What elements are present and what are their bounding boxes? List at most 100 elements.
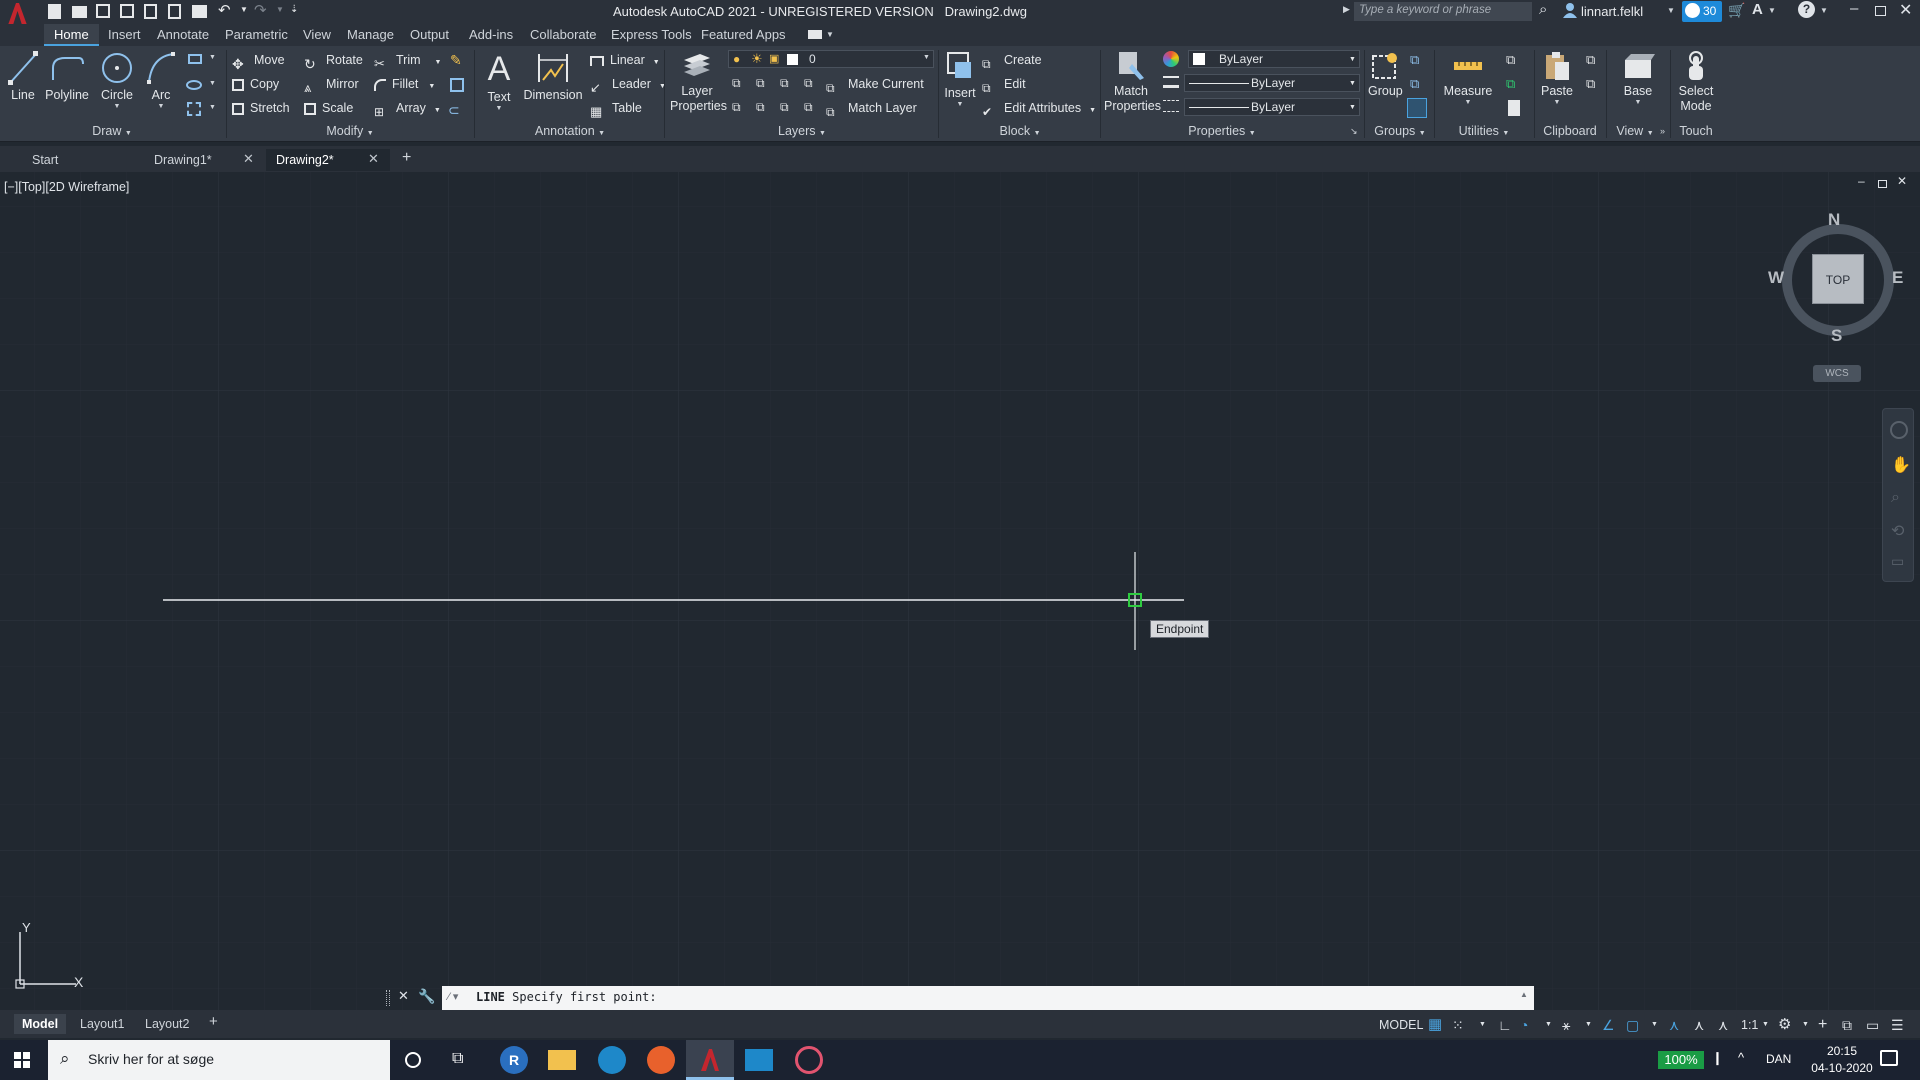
tab-layout2[interactable]: Layout2	[137, 1014, 197, 1034]
utilities-panel-title[interactable]: Utilities ▼	[1436, 123, 1532, 139]
plus-icon[interactable]: +	[1818, 1014, 1827, 1036]
edge-icon[interactable]	[598, 1046, 626, 1074]
chevron-down-icon[interactable]: ▼	[209, 104, 216, 111]
isolate-objects-icon[interactable]: ⧉	[1842, 1014, 1852, 1036]
viewcube-top-face[interactable]: TOP	[1812, 254, 1864, 304]
annotation-scale-icon[interactable]: ⋏	[1718, 1014, 1728, 1036]
viewport-controls-label[interactable]: [−][Top][2D Wireframe]	[4, 180, 129, 194]
chevron-down-icon[interactable]: ▼	[653, 59, 660, 66]
calculator-icon[interactable]	[1508, 100, 1520, 116]
copy-button[interactable]: Copy	[232, 74, 279, 94]
mirror-button[interactable]: ⩓ Mirror	[304, 74, 359, 95]
layer-freeze-icon[interactable]: ⧉	[780, 76, 789, 91]
pan-icon[interactable]: ✋	[1891, 455, 1911, 475]
ungroup-icon[interactable]: ⧉	[1410, 52, 1419, 68]
search-icon[interactable]: ⌕	[1539, 1, 1547, 18]
layer-unlock-icon[interactable]: ⧉	[804, 100, 813, 115]
modify-panel-title[interactable]: Modify ▼	[228, 123, 472, 139]
annotation-panel-title[interactable]: Annotation ▼	[476, 123, 664, 139]
insert-button[interactable]: Insert ▼	[944, 50, 976, 109]
table-button[interactable]: ▦ Table	[590, 98, 642, 119]
match-properties-button[interactable]: Match Properties	[1104, 50, 1161, 114]
tab-view[interactable]: View	[303, 27, 331, 46]
chevron-down-icon[interactable]: ▼	[1820, 6, 1828, 15]
customize-menu-icon[interactable]: ☰	[1891, 1014, 1904, 1036]
polyline-button[interactable]: Polyline	[44, 50, 90, 103]
compass-west[interactable]: W	[1768, 268, 1784, 288]
layer-on-icon[interactable]: ⧉	[732, 100, 741, 115]
new-tab-icon[interactable]: +	[402, 149, 411, 167]
stretch-button[interactable]: Stretch	[232, 98, 290, 118]
minimize-icon[interactable]: –	[1850, 0, 1858, 17]
close-icon[interactable]: ✕	[398, 988, 409, 1004]
tab-output[interactable]: Output	[410, 27, 449, 46]
arc-button[interactable]: Arc ▼	[146, 50, 176, 111]
panel-expand-icon[interactable]: »	[1660, 126, 1665, 136]
color-wheel-icon[interactable]	[1163, 51, 1179, 67]
tab-manage[interactable]: Manage	[347, 27, 394, 46]
chevron-down-icon[interactable]: ▼	[1089, 107, 1096, 114]
groups-panel-title[interactable]: Groups ▼	[1366, 123, 1434, 139]
chevron-up-icon[interactable]: ^	[1738, 1050, 1744, 1065]
array-button[interactable]: ⊞ Array ▼	[374, 98, 441, 119]
chevron-right-icon[interactable]: ▶	[1343, 4, 1350, 15]
panel-expand-icon[interactable]: ↘	[1350, 126, 1358, 137]
chevron-down-icon[interactable]: ▼	[1545, 1014, 1552, 1036]
auto-scale-icon[interactable]: ⋏	[1694, 1014, 1704, 1036]
line-button[interactable]: Line	[6, 50, 40, 103]
file-explorer-icon[interactable]	[548, 1050, 576, 1070]
tab-express-tools[interactable]: Express Tools	[611, 27, 692, 46]
drawing-area[interactable]: [−][Top][2D Wireframe] Endpoint – ✕ TOP …	[0, 172, 1920, 1010]
command-history-icon[interactable]: ⁄ ▾	[448, 990, 458, 1003]
tab-model[interactable]: Model	[14, 1014, 67, 1034]
dimension-button[interactable]: Dimension	[522, 50, 584, 103]
trial-badge[interactable]: 30	[1682, 1, 1722, 22]
match-layer-button[interactable]: ⧉ Match Layer	[826, 98, 917, 119]
steering-wheel-icon[interactable]	[1890, 421, 1908, 439]
snipping-tool-icon[interactable]	[795, 1046, 823, 1074]
object-snap-icon[interactable]: ▢	[1626, 1014, 1639, 1036]
ellipse-icon[interactable]	[186, 80, 202, 90]
layer-off-icon[interactable]: ⧉	[732, 76, 741, 91]
annotation-scale-value[interactable]: 1:1	[1741, 1014, 1758, 1036]
chevron-down-icon[interactable]: ▼	[1440, 99, 1496, 107]
tab-collaborate[interactable]: Collaborate	[530, 27, 597, 46]
a360-icon[interactable]: A	[1752, 1, 1763, 18]
autocad-taskbar-icon[interactable]	[686, 1040, 734, 1080]
search-input[interactable]: Type a keyword or phrase	[1354, 2, 1532, 21]
layer-properties-button[interactable]: Layer Properties	[670, 50, 727, 114]
compass-south[interactable]: S	[1831, 326, 1842, 346]
command-line-grip-icon[interactable]	[386, 990, 390, 1006]
chevron-down-icon[interactable]: ▼	[1540, 99, 1574, 107]
chevron-down-icon[interactable]: ▼	[434, 107, 441, 114]
orbit-icon[interactable]: ⟲	[1891, 521, 1904, 541]
circle-button[interactable]: Circle ▼	[98, 50, 136, 111]
task-view-icon[interactable]: ⧉	[452, 1050, 463, 1068]
explode-icon[interactable]	[450, 78, 464, 92]
language-indicator[interactable]: DAN	[1766, 1052, 1791, 1066]
cortana-icon[interactable]	[405, 1052, 421, 1068]
restore-icon[interactable]	[1875, 6, 1886, 16]
edit-block-button[interactable]: ⧉ Edit	[982, 74, 1026, 95]
clock[interactable]: 20:15 04-10-2020	[1806, 1043, 1878, 1077]
tab-add-ins[interactable]: Add-ins	[469, 27, 513, 46]
fillet-button[interactable]: Fillet ▼	[374, 74, 435, 94]
draw-panel-title[interactable]: Draw ▼	[0, 123, 224, 139]
grid-icon[interactable]: ▦	[1428, 1014, 1442, 1036]
base-button[interactable]: Base ▼	[1616, 50, 1660, 107]
battery-indicator[interactable]: 100%	[1658, 1051, 1704, 1069]
isodraft-icon[interactable]: ⚹	[1562, 1014, 1570, 1036]
chevron-down-icon[interactable]: ▼	[1768, 6, 1776, 15]
object-snap-tracking-icon[interactable]: ∠	[1602, 1014, 1615, 1036]
properties-panel-title[interactable]: Properties ▼	[1102, 123, 1342, 139]
leader-button[interactable]: ↙ Leader ▼	[590, 74, 666, 95]
block-panel-title[interactable]: Block ▼	[940, 123, 1100, 139]
notification-icon[interactable]	[1880, 1050, 1898, 1066]
minimize-icon[interactable]: –	[1858, 174, 1865, 188]
linetype-dropdown[interactable]: ByLayer ▼	[1184, 98, 1360, 116]
compass-east[interactable]: E	[1892, 268, 1903, 288]
clean-screen-icon[interactable]: ▭	[1866, 1014, 1879, 1036]
linear-button[interactable]: Linear ▼	[590, 50, 660, 70]
move-button[interactable]: ✥ Move	[232, 50, 285, 72]
chevron-down-icon[interactable]: ▼	[1651, 1014, 1658, 1036]
